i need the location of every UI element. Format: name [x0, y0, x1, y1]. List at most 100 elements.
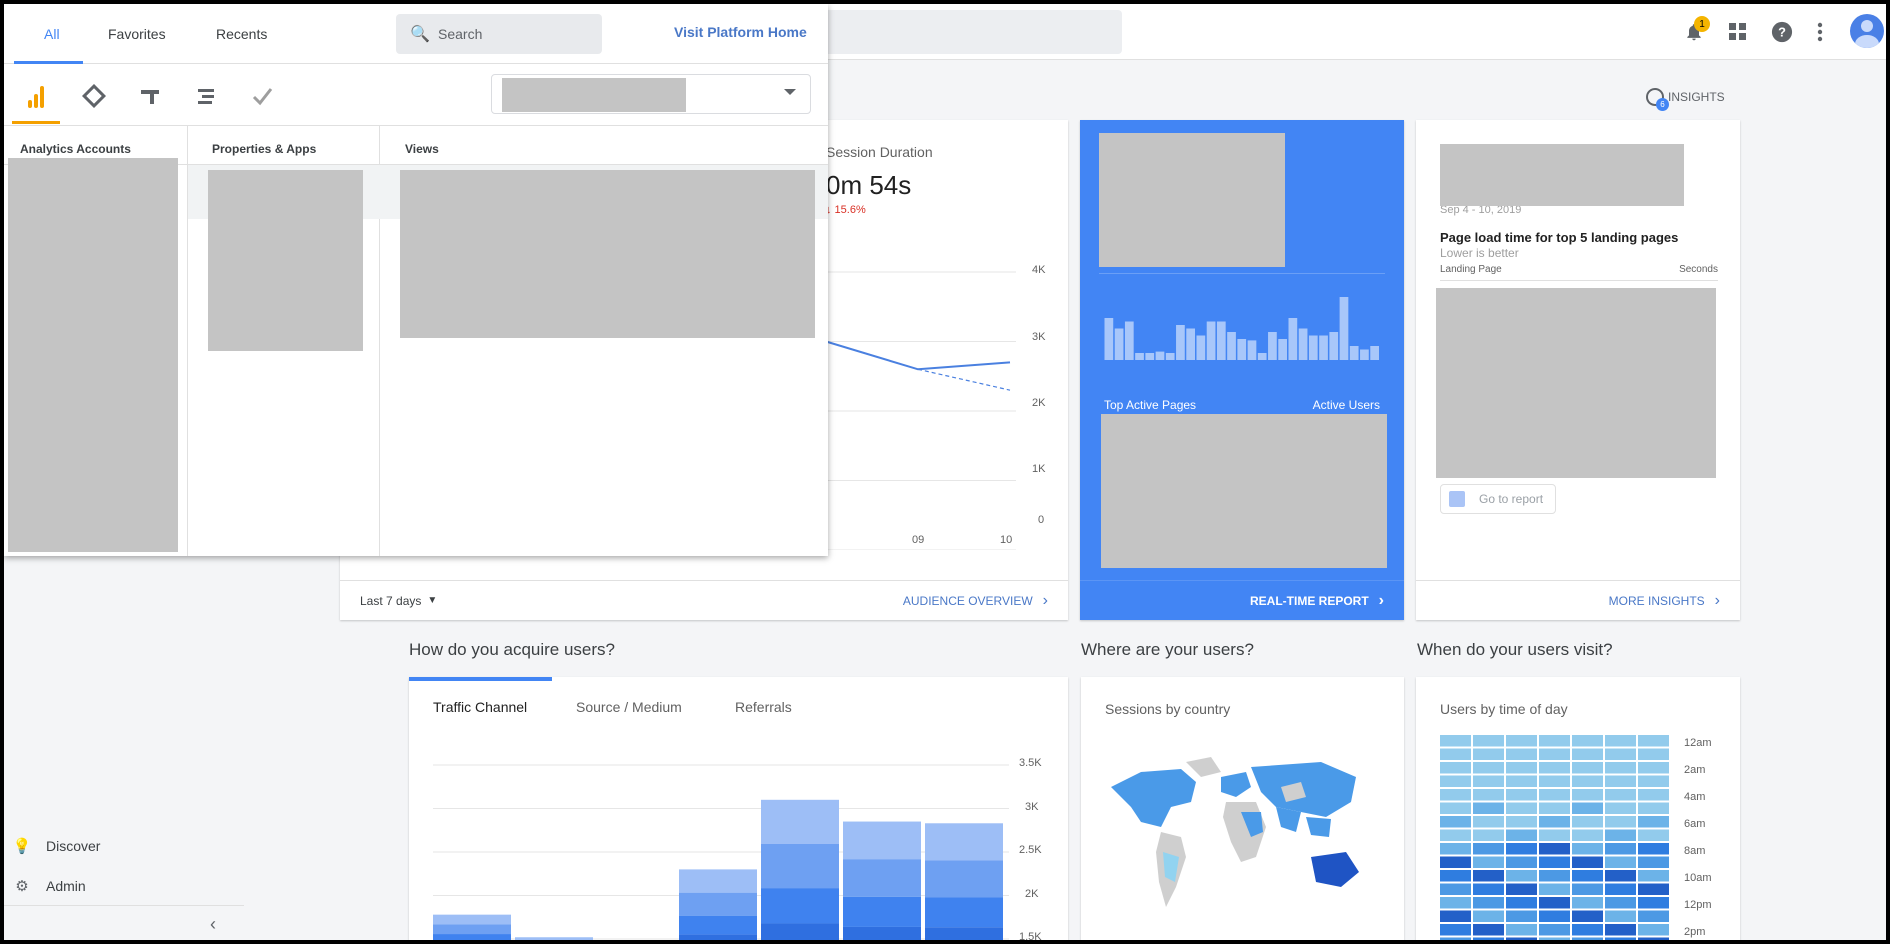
tab-source-medium[interactable]: Source / Medium	[576, 699, 682, 715]
audience-overview-link[interactable]: AUDIENCE OVERVIEW ›	[903, 592, 1048, 610]
col-seconds: Seconds	[1679, 264, 1718, 275]
divider	[1099, 273, 1385, 274]
acquire-bar-segment	[433, 934, 511, 940]
realtime-bar	[1360, 349, 1369, 360]
redacted-accounts-list[interactable]	[8, 158, 178, 552]
heatmap-cell	[1605, 843, 1636, 855]
y-tick-label: 0	[1038, 514, 1045, 526]
heatmap-cell	[1638, 910, 1669, 922]
redacted-views-list[interactable]	[400, 170, 815, 338]
notifications-icon[interactable]: 1	[1678, 16, 1710, 48]
realtime-report-link[interactable]: REAL-TIME REPORT ›	[1250, 592, 1384, 610]
realtime-bar	[1278, 339, 1287, 360]
x-tick-label: 09	[912, 534, 925, 546]
col-properties-apps: Properties & Apps	[212, 142, 317, 156]
metric-value: 0m 54s	[826, 170, 912, 200]
redacted-properties-list[interactable]	[208, 170, 363, 351]
heatmap-cell	[1440, 775, 1471, 787]
acquire-bar-segment	[925, 897, 1003, 928]
product-switcher-row	[4, 64, 828, 126]
active-tab-indicator	[409, 677, 552, 681]
realtime-bar	[1237, 339, 1247, 360]
acquire-bar-segment	[925, 823, 1003, 861]
top-pages-label: Top Active Pages	[1104, 398, 1197, 412]
y-tick-label: 4K	[1032, 264, 1046, 276]
realtime-bar	[1196, 335, 1206, 360]
heatmap-cell	[1539, 789, 1570, 801]
heatmap-cell	[1539, 816, 1570, 828]
picker-search-input[interactable]: 🔍 Search	[396, 14, 602, 54]
when-card: Users by time of day 12am 2am 4am 6am 8a…	[1416, 677, 1740, 940]
heatmap-cell	[1638, 789, 1669, 801]
heatmap-cell	[1473, 735, 1504, 747]
heatmap-cell	[1440, 910, 1471, 922]
acquire-bar-segment	[843, 926, 921, 940]
organization-dropdown[interactable]	[491, 74, 811, 114]
date-range-dropdown[interactable]: Last 7 days ▼	[360, 594, 437, 608]
heatmap-cell	[1572, 735, 1603, 747]
col-landing-page: Landing Page	[1440, 264, 1502, 275]
heatmap-cell	[1506, 897, 1537, 909]
heatmap-cell	[1440, 789, 1471, 801]
heatmap-cell	[1605, 870, 1636, 882]
nav-discover[interactable]: 💡 Discover	[12, 830, 101, 862]
apps-grid-icon[interactable]	[1722, 16, 1754, 48]
heatmap-cell	[1539, 748, 1570, 760]
heatmap-cell	[1539, 870, 1570, 882]
redacted-insight-header	[1440, 144, 1684, 206]
realtime-bar	[1268, 332, 1277, 360]
more-insights-link[interactable]: MORE INSIGHTS ›	[1609, 592, 1720, 610]
heatmap-cell	[1473, 856, 1504, 868]
heatmap-cell	[1539, 775, 1570, 787]
tab-traffic-channel[interactable]: Traffic Channel	[433, 699, 527, 715]
more-vert-icon[interactable]	[1804, 16, 1836, 48]
heatmap-cell	[1539, 883, 1570, 895]
y-tick-label: 3.5K	[1019, 757, 1042, 769]
realtime-bar	[1165, 353, 1175, 360]
heatmap-cell	[1605, 789, 1636, 801]
realtime-bar	[1288, 318, 1298, 360]
report-icon	[1449, 491, 1465, 507]
heatmap-cell	[1638, 843, 1669, 855]
surveys-check-icon[interactable]	[248, 80, 276, 108]
acquire-bar-segment	[433, 924, 511, 935]
heatmap-cell	[1572, 789, 1603, 801]
heatmap-cell	[1605, 775, 1636, 787]
heatmap-cell	[1440, 897, 1471, 909]
optimize-product-icon[interactable]	[80, 80, 108, 108]
heatmap-cell	[1506, 870, 1537, 882]
heatmap-cell	[1539, 829, 1570, 841]
user-avatar[interactable]	[1850, 14, 1884, 48]
heatmap-cell	[1506, 735, 1537, 747]
heatmap-cell	[1440, 870, 1471, 882]
tab-referrals[interactable]: Referrals	[735, 699, 792, 715]
insights-card: Sep 4 - 10, 2019 Page load time for top …	[1416, 120, 1740, 620]
heatmap-cell	[1506, 816, 1537, 828]
help-icon[interactable]: ?	[1766, 16, 1798, 48]
analytics-product-icon[interactable]	[22, 80, 50, 108]
tag-manager-product-icon[interactable]	[136, 80, 164, 108]
heatmap-cell	[1440, 856, 1471, 868]
picker-tab-all[interactable]: All	[44, 26, 60, 42]
data-studio-product-icon[interactable]	[192, 80, 220, 108]
heatmap-cell	[1539, 762, 1570, 774]
chevron-right-icon: ›	[1042, 591, 1048, 609]
insights-button[interactable]: 6 INSIGHTS	[1646, 86, 1725, 111]
heatmap-cell	[1572, 843, 1603, 855]
heatmap-cell	[1605, 924, 1636, 936]
acquire-bar-segment	[679, 869, 757, 893]
time-of-day-heatmap	[1440, 735, 1669, 940]
nav-admin[interactable]: ⚙ Admin	[12, 870, 85, 902]
heatmap-cell	[1506, 883, 1537, 895]
realtime-report-label: REAL-TIME REPORT	[1250, 593, 1369, 608]
picker-tab-recents[interactable]: Recents	[216, 26, 267, 42]
collapse-nav-chevron-icon[interactable]: ‹	[210, 914, 216, 935]
realtime-bar	[1319, 335, 1328, 360]
go-to-report-button[interactable]: Go to report	[1440, 484, 1557, 514]
heatmap-cell	[1638, 829, 1669, 841]
heatmap-cell	[1473, 937, 1504, 940]
visit-platform-home-link[interactable]: Visit Platform Home	[674, 24, 807, 40]
acquire-bar-segment	[679, 892, 757, 916]
picker-tab-favorites[interactable]: Favorites	[108, 26, 166, 42]
heatmap-cell	[1638, 775, 1669, 787]
